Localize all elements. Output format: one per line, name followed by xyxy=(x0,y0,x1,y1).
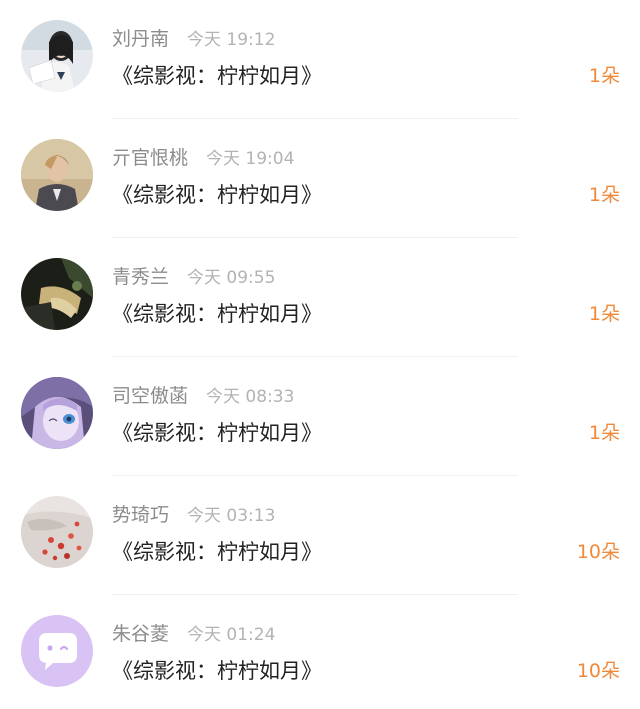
flower-count: 10朵 xyxy=(576,660,620,682)
flower-count: 10朵 xyxy=(576,541,620,563)
list-item[interactable]: 刘丹南 今天 19:12 《综影视：柠柠如月》 1朵 xyxy=(0,0,640,119)
item-meta: 势琦巧 今天 03:13 xyxy=(112,500,275,530)
timestamp: 今天 08:33 xyxy=(206,387,295,407)
item-meta: 亓官恨桃 今天 19:04 xyxy=(112,143,294,173)
avatar[interactable] xyxy=(21,496,93,568)
list-item[interactable]: 势琦巧 今天 03:13 《综影视：柠柠如月》 10朵 xyxy=(0,476,640,595)
avatar[interactable] xyxy=(21,377,93,449)
item-meta: 青秀兰 今天 09:55 xyxy=(112,262,275,292)
avatar[interactable] xyxy=(21,615,93,687)
list-item[interactable]: 青秀兰 今天 09:55 《综影视：柠柠如月》 1朵 xyxy=(0,238,640,357)
avatar[interactable] xyxy=(21,139,93,211)
user-name[interactable]: 亓官恨桃 xyxy=(112,147,188,169)
user-name[interactable]: 刘丹南 xyxy=(112,28,169,50)
item-meta: 司空傲菡 今天 08:33 xyxy=(112,381,294,411)
list-item[interactable]: 亓官恨桃 今天 19:04 《综影视：柠柠如月》 1朵 xyxy=(0,119,640,238)
list-item[interactable]: 朱谷菱 今天 01:24 《综影视：柠柠如月》 10朵 xyxy=(0,595,640,709)
user-name[interactable]: 朱谷菱 xyxy=(112,623,169,645)
timestamp: 今天 19:12 xyxy=(187,30,276,50)
book-title[interactable]: 《综影视：柠柠如月》 xyxy=(112,296,322,332)
avatar[interactable] xyxy=(21,20,93,92)
item-meta: 朱谷菱 今天 01:24 xyxy=(112,619,275,649)
timestamp: 今天 09:55 xyxy=(187,268,276,288)
flower-count: 1朵 xyxy=(588,303,620,325)
user-name[interactable]: 司空傲菡 xyxy=(112,385,188,407)
flower-count: 1朵 xyxy=(588,184,620,206)
timestamp: 今天 19:04 xyxy=(206,149,295,169)
chat-bubble-icon xyxy=(21,615,93,687)
book-title[interactable]: 《综影视：柠柠如月》 xyxy=(112,58,322,94)
book-title[interactable]: 《综影视：柠柠如月》 xyxy=(112,415,322,451)
list-item[interactable]: 司空傲菡 今天 08:33 《综影视：柠柠如月》 1朵 xyxy=(0,357,640,476)
book-title[interactable]: 《综影视：柠柠如月》 xyxy=(112,177,322,213)
user-name[interactable]: 势琦巧 xyxy=(112,504,169,526)
flower-count: 1朵 xyxy=(588,422,620,444)
item-meta: 刘丹南 今天 19:12 xyxy=(112,24,275,54)
user-name[interactable]: 青秀兰 xyxy=(112,266,169,288)
flower-count: 1朵 xyxy=(588,65,620,87)
timestamp: 今天 03:13 xyxy=(187,506,276,526)
book-title[interactable]: 《综影视：柠柠如月》 xyxy=(112,534,322,570)
gift-record-list: 刘丹南 今天 19:12 《综影视：柠柠如月》 1朵 亓官恨桃 今天 19:04 《… xyxy=(0,0,640,709)
avatar[interactable] xyxy=(21,258,93,330)
book-title[interactable]: 《综影视：柠柠如月》 xyxy=(112,653,322,689)
timestamp: 今天 01:24 xyxy=(187,625,276,645)
